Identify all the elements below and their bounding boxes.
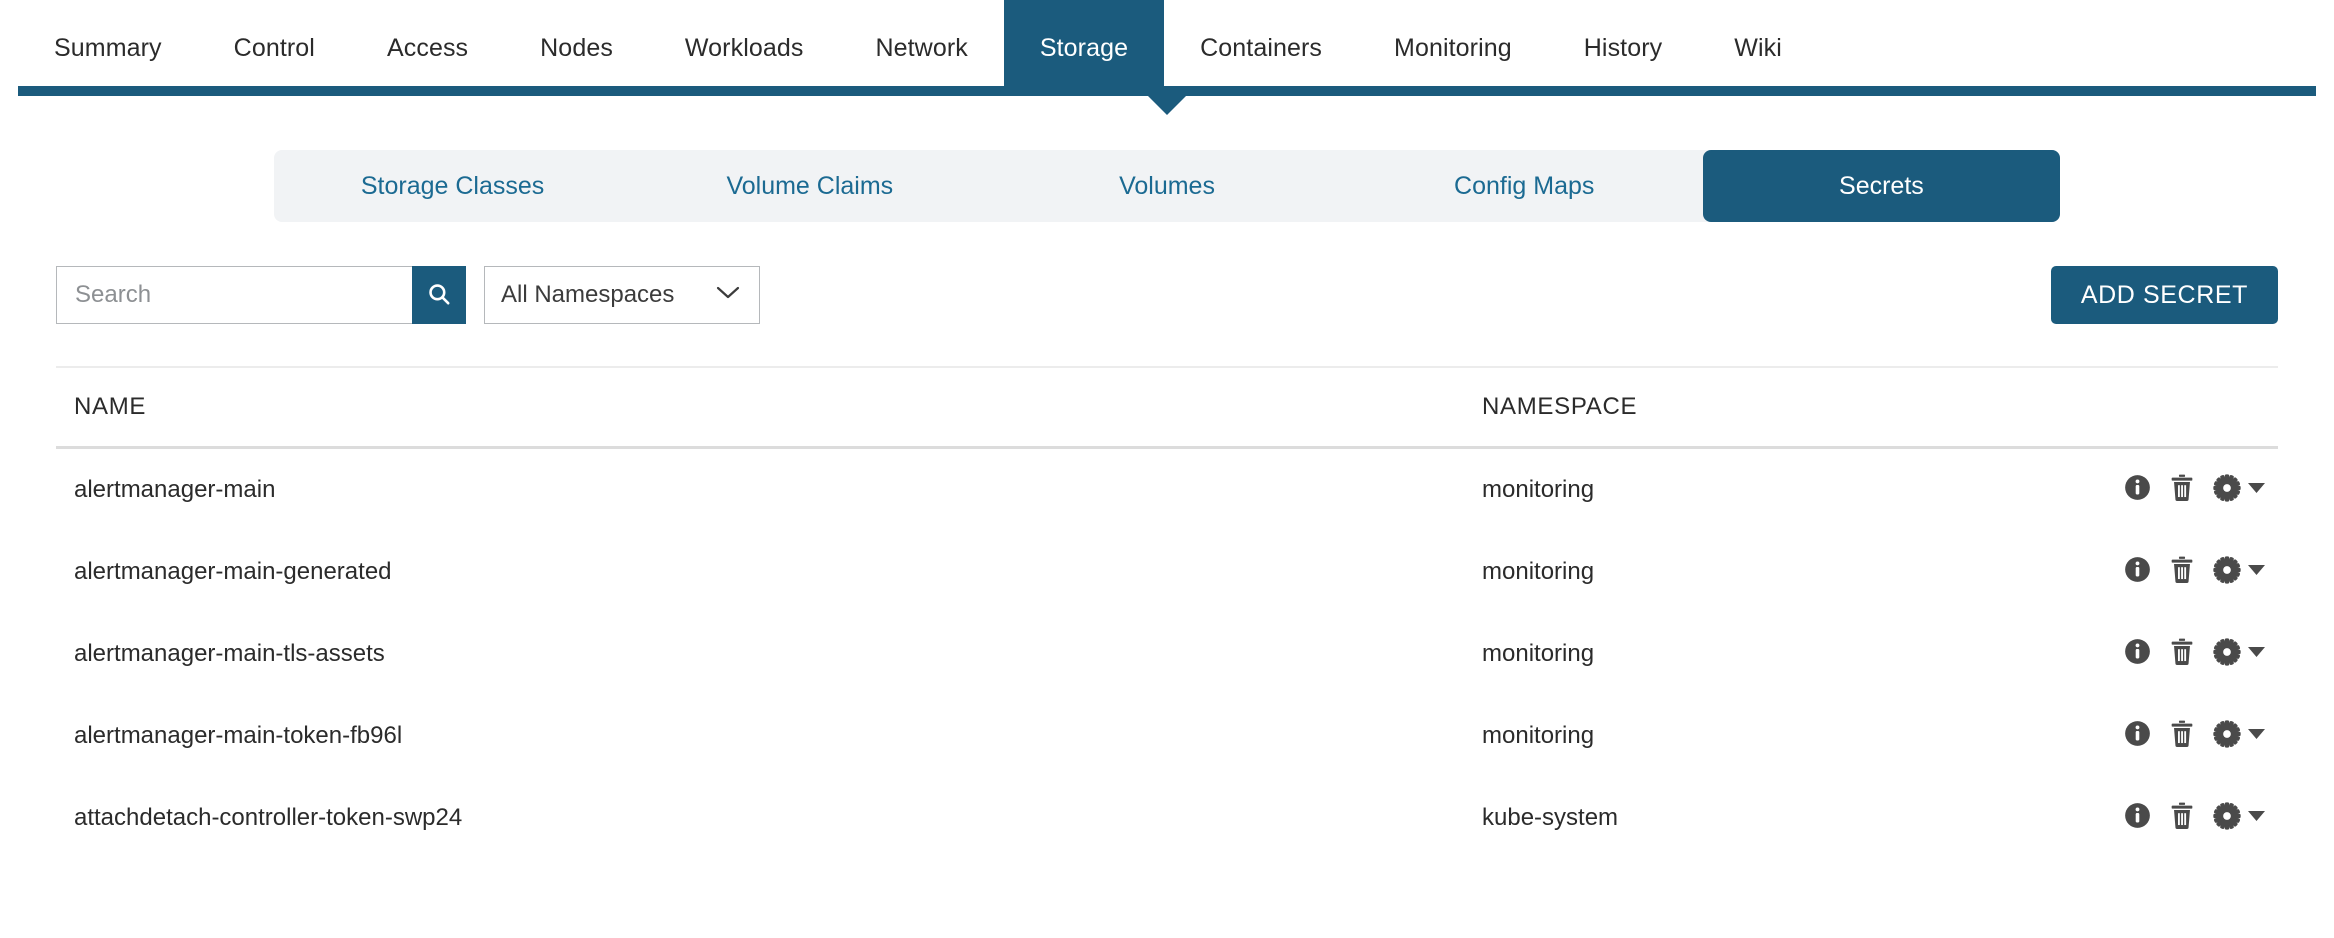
nav-tab-network[interactable]: Network xyxy=(839,0,1003,96)
column-header-namespace: NAMESPACE xyxy=(1482,393,2082,421)
chevron-down-icon xyxy=(2247,563,2266,581)
row-info-button[interactable] xyxy=(2124,802,2151,834)
row-delete-button[interactable] xyxy=(2169,720,2195,753)
primary-navigation: SummaryControlAccessNodesWorkloadsNetwor… xyxy=(0,0,2334,96)
row-actions xyxy=(2082,556,2278,589)
namespace-select-value: All Namespaces xyxy=(501,281,674,309)
table-header-row: NAME NAMESPACE xyxy=(56,368,2278,446)
trash-icon xyxy=(2169,474,2195,507)
info-icon xyxy=(2124,720,2151,752)
nav-tab-control[interactable]: Control xyxy=(198,0,351,96)
cell-namespace: monitoring xyxy=(1482,722,2082,750)
subtab-config-maps[interactable]: Config Maps xyxy=(1346,150,1703,222)
trash-icon xyxy=(2169,556,2195,589)
row-delete-button[interactable] xyxy=(2169,474,2195,507)
row-menu-button[interactable] xyxy=(2213,720,2266,753)
active-tab-pointer xyxy=(1147,95,1187,115)
secondary-tabs: Storage ClassesVolume ClaimsVolumesConfi… xyxy=(274,150,2060,222)
trash-icon xyxy=(2169,638,2195,671)
trash-icon xyxy=(2169,720,2195,753)
chevron-down-icon xyxy=(2247,481,2266,499)
cell-name: alertmanager-main xyxy=(56,476,1482,504)
row-actions xyxy=(2082,474,2278,507)
row-actions xyxy=(2082,802,2278,835)
nav-tab-storage[interactable]: Storage xyxy=(1004,0,1164,96)
cell-name: attachdetach-controller-token-swp24 xyxy=(56,804,1482,832)
subtab-storage-classes[interactable]: Storage Classes xyxy=(274,150,631,222)
secrets-table: NAME NAMESPACE alertmanager-mainmonitori… xyxy=(0,366,2334,859)
info-icon xyxy=(2124,556,2151,588)
search-input[interactable] xyxy=(56,266,412,324)
table-body: alertmanager-mainmonitoringalertmanager-… xyxy=(56,449,2278,859)
nav-tab-access[interactable]: Access xyxy=(351,0,504,96)
gear-icon xyxy=(2213,474,2241,507)
nav-tab-monitoring[interactable]: Monitoring xyxy=(1358,0,1548,96)
row-delete-button[interactable] xyxy=(2169,802,2195,835)
table-row[interactable]: alertmanager-mainmonitoring xyxy=(56,449,2278,531)
row-menu-button[interactable] xyxy=(2213,474,2266,507)
search-icon xyxy=(426,281,452,310)
nav-tab-workloads[interactable]: Workloads xyxy=(649,0,840,96)
table-toolbar: All Namespaces ADD SECRET xyxy=(0,266,2334,324)
gear-icon xyxy=(2213,638,2241,671)
row-info-button[interactable] xyxy=(2124,556,2151,588)
column-header-name: NAME xyxy=(56,393,1482,421)
chevron-down-icon xyxy=(2247,645,2266,663)
row-menu-button[interactable] xyxy=(2213,556,2266,589)
table-row[interactable]: alertmanager-main-tls-assetsmonitoring xyxy=(56,613,2278,695)
table-row[interactable]: alertmanager-main-token-fb96lmonitoring xyxy=(56,695,2278,777)
table-row[interactable]: alertmanager-main-generatedmonitoring xyxy=(56,531,2278,613)
gear-icon xyxy=(2213,720,2241,753)
cell-namespace: kube-system xyxy=(1482,804,2082,832)
cell-namespace: monitoring xyxy=(1482,558,2082,586)
row-info-button[interactable] xyxy=(2124,720,2151,752)
namespace-select[interactable]: All Namespaces xyxy=(484,266,760,324)
cell-name: alertmanager-main-generated xyxy=(56,558,1482,586)
info-icon xyxy=(2124,638,2151,670)
search-button[interactable] xyxy=(412,266,466,324)
cell-namespace: monitoring xyxy=(1482,640,2082,668)
trash-icon xyxy=(2169,802,2195,835)
nav-tab-containers[interactable]: Containers xyxy=(1164,0,1358,96)
row-actions xyxy=(2082,638,2278,671)
row-info-button[interactable] xyxy=(2124,638,2151,670)
cell-namespace: monitoring xyxy=(1482,476,2082,504)
subtab-volumes[interactable]: Volumes xyxy=(988,150,1345,222)
table-row[interactable]: attachdetach-controller-token-swp24kube-… xyxy=(56,777,2278,859)
gear-icon xyxy=(2213,802,2241,835)
row-actions xyxy=(2082,720,2278,753)
row-info-button[interactable] xyxy=(2124,474,2151,506)
info-icon xyxy=(2124,802,2151,834)
row-menu-button[interactable] xyxy=(2213,638,2266,671)
cell-name: alertmanager-main-tls-assets xyxy=(56,640,1482,668)
chevron-down-icon xyxy=(2247,727,2266,745)
add-secret-button[interactable]: ADD SECRET xyxy=(2051,266,2278,324)
secondary-tabs-container: Storage ClassesVolume ClaimsVolumesConfi… xyxy=(0,150,2334,222)
row-delete-button[interactable] xyxy=(2169,638,2195,671)
subtab-secrets[interactable]: Secrets xyxy=(1703,150,2060,222)
info-icon xyxy=(2124,474,2151,506)
nav-tab-history[interactable]: History xyxy=(1548,0,1698,96)
chevron-down-icon xyxy=(2247,809,2266,827)
row-menu-button[interactable] xyxy=(2213,802,2266,835)
nav-tab-nodes[interactable]: Nodes xyxy=(504,0,649,96)
primary-nav-list: SummaryControlAccessNodesWorkloadsNetwor… xyxy=(18,0,1818,96)
gear-icon xyxy=(2213,556,2241,589)
nav-tab-summary[interactable]: Summary xyxy=(18,0,198,96)
subtab-volume-claims[interactable]: Volume Claims xyxy=(631,150,988,222)
row-delete-button[interactable] xyxy=(2169,556,2195,589)
nav-tab-wiki[interactable]: Wiki xyxy=(1698,0,1818,96)
cell-name: alertmanager-main-token-fb96l xyxy=(56,722,1482,750)
search-group xyxy=(56,266,466,324)
chevron-down-icon xyxy=(713,281,743,309)
